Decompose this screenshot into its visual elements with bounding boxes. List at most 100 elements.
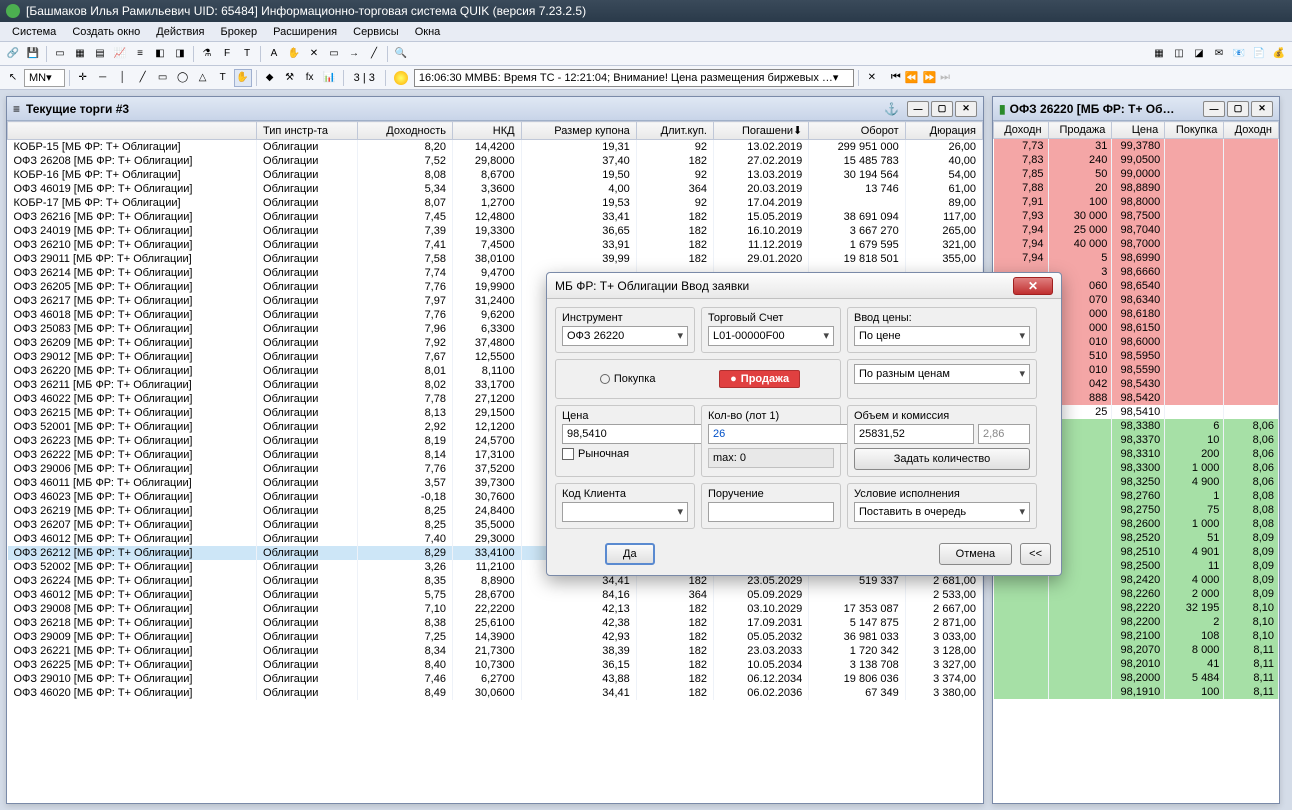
table-row[interactable]: ОФЗ 46012 [МБ ФР: T+ Облигации]Облигации… (8, 588, 983, 602)
column-header[interactable]: НКД (452, 122, 521, 140)
tb-tool1-icon[interactable]: ◫ (1170, 45, 1188, 63)
quote-row[interactable]: 7,733199,3780 (994, 139, 1279, 154)
tb-filter-icon[interactable]: ⚗ (198, 45, 216, 63)
tb-hand-icon[interactable]: ✋ (285, 45, 303, 63)
column-header[interactable]: Цена (1112, 122, 1165, 139)
tb-text-icon[interactable]: A (265, 45, 283, 63)
back-button[interactable]: << (1020, 543, 1051, 565)
menu-services[interactable]: Сервисы (345, 26, 407, 38)
table-row[interactable]: ОФЗ 26221 [МБ ФР: T+ Облигации]Облигации… (8, 644, 983, 658)
tb-env-icon[interactable]: 📧 (1230, 45, 1248, 63)
end-icon[interactable]: ⏭ (940, 71, 950, 84)
tb-rect-icon[interactable]: ▭ (325, 45, 343, 63)
column-header[interactable]: Тип инстр-та (257, 122, 358, 140)
buy-radio[interactable]: Покупка (596, 371, 660, 387)
quote-row[interactable]: 7,9425 00098,7040 (994, 223, 1279, 237)
column-header[interactable]: Длит.куп. (636, 122, 713, 140)
tb2-text-icon[interactable]: T (214, 69, 232, 87)
set-qty-button[interactable]: Задать количество (854, 448, 1030, 470)
quote-row[interactable]: 7,9330 00098,7500 (994, 209, 1279, 223)
table-row[interactable]: ОФЗ 29010 [МБ ФР: T+ Облигации]Облигации… (8, 672, 983, 686)
quote-row[interactable]: 98,22602 0008,09 (994, 587, 1279, 601)
tb-mail-icon[interactable]: ✉ (1210, 45, 1228, 63)
table-row[interactable]: ОФЗ 29009 [МБ ФР: T+ Облигации]Облигации… (8, 630, 983, 644)
tb2-trend-icon[interactable]: ╱ (134, 69, 152, 87)
column-header[interactable]: Доходность (358, 122, 453, 140)
tb2-cursor-icon[interactable]: ↖ (4, 69, 22, 87)
quote-row[interactable]: 7,94598,6990 (994, 251, 1279, 265)
table-row[interactable]: ОФЗ 29011 [МБ ФР: T+ Облигации]Облигации… (8, 252, 983, 266)
volume-input[interactable] (854, 424, 974, 444)
table-row[interactable]: КОБР-15 [МБ ФР: T+ Облигации]Облигации8,… (8, 140, 983, 155)
table-row[interactable]: ОФЗ 29008 [МБ ФР: T+ Облигации]Облигации… (8, 602, 983, 616)
table-row[interactable]: КОБР-16 [МБ ФР: T+ Облигации]Облигации8,… (8, 168, 983, 182)
table-row[interactable]: ОФЗ 26208 [МБ ФР: T+ Облигации]Облигации… (8, 154, 983, 168)
column-header[interactable]: Размер купона (521, 122, 636, 140)
quote-row[interactable]: 7,855099,0000 (994, 167, 1279, 181)
tb2-tools-icon[interactable]: ⚒ (281, 69, 299, 87)
min-button[interactable]: — (907, 101, 929, 117)
menu-actions[interactable]: Действия (148, 26, 212, 38)
min-button[interactable]: — (1203, 101, 1225, 117)
column-header[interactable]: Дюрация (905, 122, 982, 140)
quote-row[interactable]: 98,220028,10 (994, 615, 1279, 629)
quote-row[interactable]: 98,222032 1958,10 (994, 601, 1279, 615)
tb2-fx-icon[interactable]: fx (301, 69, 319, 87)
table-row[interactable]: ОФЗ 46020 [МБ ФР: T+ Облигации]Облигации… (8, 686, 983, 700)
tb2-hand-icon[interactable]: ✋ (234, 69, 252, 87)
tb-color-icon[interactable]: T (238, 45, 256, 63)
instrument-select[interactable]: ОФЗ 26220 (562, 326, 688, 346)
tb-cross-icon[interactable]: ✕ (305, 45, 323, 63)
quote-row[interactable]: 98,21001088,10 (994, 629, 1279, 643)
close-button[interactable]: ✕ (955, 101, 977, 117)
tb-zoom-icon[interactable]: 🔍 (392, 45, 410, 63)
menu-broker[interactable]: Брокер (213, 26, 266, 38)
market-checkbox[interactable]: Рыночная (562, 448, 688, 460)
account-select[interactable]: L01-00000F00 (708, 326, 834, 346)
tb-grid-icon[interactable]: ▦ (71, 45, 89, 63)
tb-chart-icon[interactable]: 📈 (111, 45, 129, 63)
menu-system[interactable]: Система (4, 26, 64, 38)
table-row[interactable]: ОФЗ 26218 [МБ ФР: T+ Облигации]Облигации… (8, 616, 983, 630)
tb-order-icon[interactable]: ◨ (171, 45, 189, 63)
quote-row[interactable]: 7,9110098,8000 (994, 195, 1279, 209)
tb-font-icon[interactable]: F (218, 45, 236, 63)
client-select[interactable] (562, 502, 688, 522)
tb-grid2-icon[interactable]: ▦ (1150, 45, 1168, 63)
tb2-rect-icon[interactable]: ▭ (154, 69, 172, 87)
table-row[interactable]: ОФЗ 46019 [МБ ФР: T+ Облигации]Облигации… (8, 182, 983, 196)
tb-quote-icon[interactable]: ◧ (151, 45, 169, 63)
tb-doc-icon[interactable]: 📄 (1250, 45, 1268, 63)
quote-row[interactable]: 7,8324099,0500 (994, 153, 1279, 167)
tb2-shapes-icon[interactable]: ◆ (261, 69, 279, 87)
quote-row[interactable]: 98,2010418,11 (994, 657, 1279, 671)
qty-input[interactable]: ▲▼ (708, 424, 834, 444)
table-row[interactable]: КОБР-17 [МБ ФР: T+ Облигации]Облигации8,… (8, 196, 983, 210)
tb-save-icon[interactable]: 💾 (24, 45, 42, 63)
ok-button[interactable]: Да (605, 543, 655, 565)
tb-table-icon[interactable]: ▤ (91, 45, 109, 63)
max-button[interactable]: ▢ (931, 101, 953, 117)
tb2-triangle-icon[interactable]: △ (194, 69, 212, 87)
cancel-button[interactable]: Отмена (939, 543, 1012, 565)
column-header[interactable]: Доходн (994, 122, 1049, 139)
tb-list-icon[interactable]: ≡ (131, 45, 149, 63)
tb-new-icon[interactable]: ▭ (51, 45, 69, 63)
pin-icon[interactable]: ⚓ (884, 102, 899, 116)
rewind-icon[interactable]: ⏮ (891, 71, 901, 84)
price-input[interactable]: ▲▼ (562, 424, 688, 444)
prev-icon[interactable]: ⏪ (905, 71, 919, 84)
close-button[interactable]: ✕ (1251, 101, 1273, 117)
menu-windows[interactable]: Окна (407, 26, 449, 38)
timeframe-select[interactable]: MN ▾ (24, 69, 65, 87)
tb-line-icon[interactable]: ╱ (365, 45, 383, 63)
exec-select[interactable]: Поставить в очередь (854, 502, 1030, 522)
menu-create-window[interactable]: Создать окно (64, 26, 148, 38)
tb2-line-icon[interactable]: ─ (94, 69, 112, 87)
column-header[interactable]: Доходн (1224, 122, 1279, 139)
quote-row[interactable]: 98,19101008,11 (994, 685, 1279, 699)
quote-row[interactable]: 98,20005 4848,11 (994, 671, 1279, 685)
column-header[interactable]: Покупка (1165, 122, 1224, 139)
column-header[interactable]: Продажа (1048, 122, 1112, 139)
tb2-vline-icon[interactable]: │ (114, 69, 132, 87)
